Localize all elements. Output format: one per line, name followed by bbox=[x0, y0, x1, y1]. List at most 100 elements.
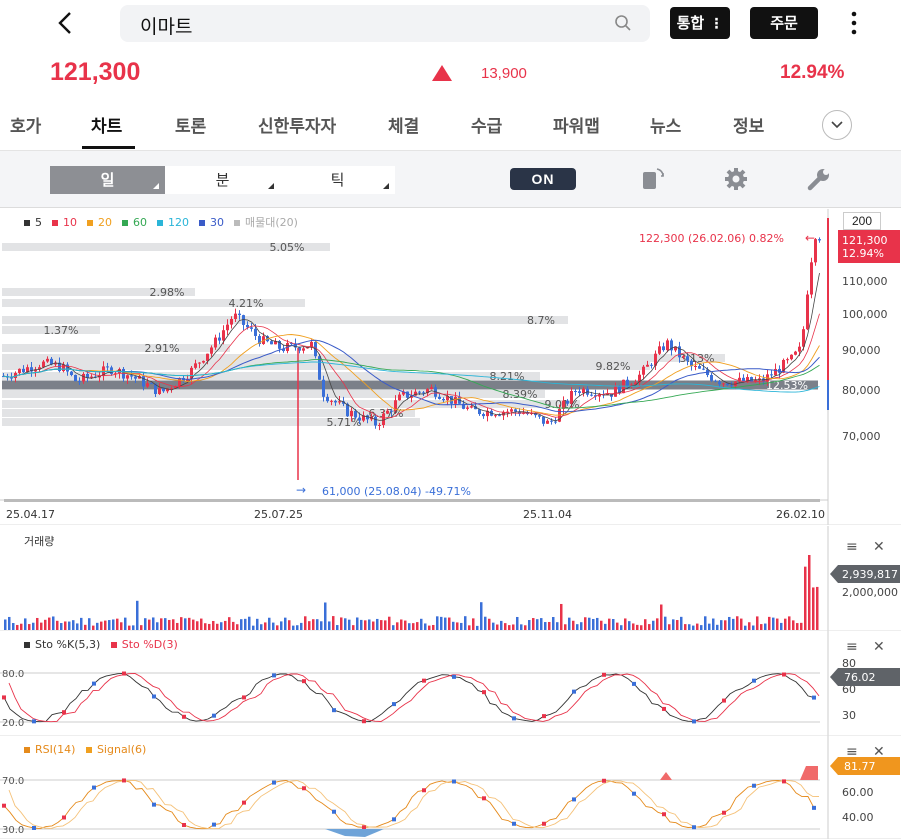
volume-bar bbox=[136, 600, 139, 630]
unified-button[interactable]: 통합 ⋮ bbox=[670, 7, 730, 39]
volume-bar bbox=[636, 624, 639, 630]
volume-chart[interactable]: 2,000,000 2,939,817 ≡ ✕ bbox=[0, 526, 901, 631]
tab-trades[interactable]: 체결 bbox=[388, 112, 419, 137]
tab-discussion[interactable]: 토론 bbox=[175, 112, 206, 137]
candle-body bbox=[302, 348, 305, 351]
y-tick-label: 90,000 bbox=[842, 344, 881, 357]
candle-body bbox=[710, 375, 713, 381]
candle-body bbox=[22, 368, 25, 373]
candle-body bbox=[498, 415, 501, 417]
wrench-icon[interactable] bbox=[806, 166, 832, 192]
search-box[interactable]: 이마트 bbox=[120, 5, 650, 42]
volume-bar bbox=[804, 566, 807, 630]
candle-body bbox=[230, 318, 233, 325]
period-day[interactable]: 일 bbox=[50, 166, 165, 194]
candle-body bbox=[18, 368, 21, 373]
volume-profile-label: 2.98% bbox=[150, 286, 185, 299]
volume-bar bbox=[468, 625, 471, 630]
volume-bar bbox=[240, 619, 243, 630]
period-day-label: 일 bbox=[100, 171, 115, 189]
up-triangle-icon bbox=[432, 65, 452, 81]
candle-body bbox=[450, 395, 453, 404]
tab-hoga[interactable]: 호가 bbox=[10, 112, 41, 137]
tab-supply[interactable]: 수급 bbox=[471, 112, 502, 137]
volume-bar bbox=[576, 624, 579, 630]
volume-bar bbox=[560, 603, 563, 630]
hamburger-icon: ≡ bbox=[846, 744, 858, 760]
cross-marker bbox=[332, 809, 336, 814]
level-label: 20.0 bbox=[2, 718, 24, 729]
period-tick[interactable]: 틱 bbox=[280, 166, 395, 194]
volume-bar bbox=[692, 625, 695, 630]
tab-news[interactable]: 뉴스 bbox=[650, 112, 681, 137]
volume-profile-label: 1.37% bbox=[44, 324, 79, 337]
volume-bar bbox=[736, 616, 739, 630]
volume-bar bbox=[388, 616, 391, 630]
volume-bar bbox=[312, 619, 315, 630]
price-chart[interactable]: 5.05%2.98%4.21%8.7%1.37%2.91%3.13%9.82%8… bbox=[0, 209, 901, 525]
volume-bar bbox=[580, 622, 583, 630]
high-annotation: 122,300 (26.02.06) 0.82% bbox=[639, 232, 784, 245]
kebab-menu-icon[interactable] bbox=[844, 10, 864, 36]
volume-bar bbox=[288, 620, 291, 630]
volume-bar bbox=[784, 618, 787, 630]
volume-profile-bar bbox=[2, 316, 568, 324]
volume-bar bbox=[600, 620, 603, 630]
volume-bar bbox=[508, 625, 511, 630]
volume-bar bbox=[584, 617, 587, 630]
volume-bar bbox=[308, 621, 311, 630]
volume-bar bbox=[476, 625, 479, 630]
candle-body bbox=[666, 340, 669, 351]
volume-bar bbox=[740, 618, 743, 630]
volume-bar bbox=[168, 619, 171, 630]
volume-bar bbox=[144, 618, 147, 630]
cross-marker bbox=[452, 674, 456, 679]
search-icon[interactable] bbox=[614, 14, 632, 32]
candle-body bbox=[350, 410, 353, 417]
candle-body bbox=[718, 381, 721, 385]
volume-bar bbox=[536, 619, 539, 630]
volume-bar bbox=[60, 623, 63, 630]
corner-mark-icon bbox=[153, 183, 159, 189]
volume-bar bbox=[216, 623, 219, 630]
volume-bar bbox=[228, 617, 231, 630]
on-toggle[interactable]: ON bbox=[510, 168, 576, 190]
candle-body bbox=[326, 396, 329, 402]
volume-bar bbox=[412, 623, 415, 630]
candle-body bbox=[650, 364, 653, 366]
volume-bar bbox=[164, 618, 167, 630]
order-button[interactable]: 주문 bbox=[750, 7, 818, 39]
stochastic-chart[interactable]: 80.020.080603076.02≡ ✕ bbox=[0, 631, 901, 736]
volume-bar bbox=[232, 621, 235, 630]
volume-bar bbox=[244, 618, 247, 630]
period-minute[interactable]: 분 bbox=[165, 166, 280, 194]
cross-marker bbox=[182, 714, 186, 719]
corner-mark-icon bbox=[383, 183, 389, 189]
volume-bar bbox=[768, 616, 771, 630]
tabs-expand-button[interactable] bbox=[822, 110, 852, 140]
volume-bar bbox=[408, 623, 411, 630]
tab-shinhan-investor[interactable]: 신한투자자 bbox=[258, 112, 336, 137]
tab-powermap[interactable]: 파워맵 bbox=[553, 112, 600, 137]
volume-bar bbox=[56, 620, 59, 630]
volume-bar bbox=[524, 625, 527, 630]
tab-info[interactable]: 정보 bbox=[733, 112, 764, 137]
chart-toolbar: 일 분 틱 bbox=[0, 151, 901, 208]
cross-marker bbox=[242, 695, 246, 700]
candle-body bbox=[482, 414, 485, 417]
volume-bar bbox=[100, 621, 103, 630]
oversold-area bbox=[325, 829, 384, 837]
volume-bar bbox=[488, 618, 491, 630]
back-arrow-icon[interactable] bbox=[52, 8, 80, 38]
cross-marker bbox=[392, 702, 396, 707]
volume-bar bbox=[564, 624, 567, 630]
candle-body bbox=[810, 262, 813, 295]
volume-bar bbox=[616, 622, 619, 630]
candle-body bbox=[158, 387, 161, 395]
gear-icon[interactable] bbox=[723, 166, 749, 192]
volume-bar bbox=[624, 618, 627, 630]
candle-body bbox=[398, 394, 401, 401]
rotate-device-icon[interactable] bbox=[640, 166, 666, 192]
tab-chart[interactable]: 차트 bbox=[91, 112, 122, 137]
rsi-chart[interactable]: 70.0 30.0 60.00 40.00 81.77≡ ✕ bbox=[0, 736, 901, 839]
